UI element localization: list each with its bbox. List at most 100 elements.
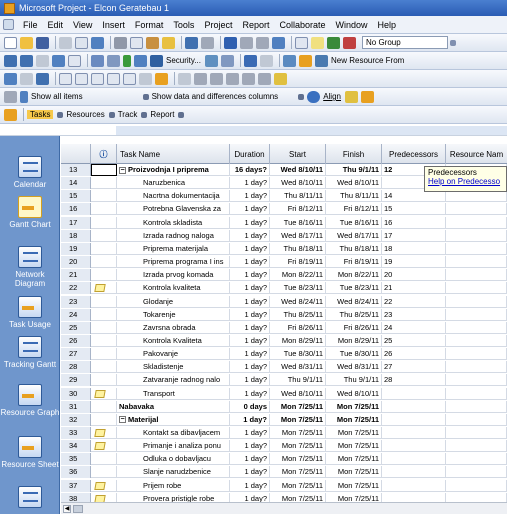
duration-cell[interactable]: 1 day? bbox=[230, 479, 270, 492]
duration-cell[interactable]: 1 day? bbox=[230, 216, 270, 229]
resource-names-header[interactable]: Resource Nam bbox=[446, 144, 507, 164]
chart-icon[interactable] bbox=[282, 54, 296, 67]
menu-view[interactable]: View bbox=[73, 20, 92, 30]
assign-resources-icon[interactable] bbox=[327, 36, 340, 49]
chevron-down-icon[interactable] bbox=[108, 111, 115, 118]
resource-names-cell[interactable] bbox=[446, 334, 507, 347]
indicator-cell[interactable] bbox=[91, 374, 117, 387]
task-name-cell[interactable]: Odluka o dobavljacu bbox=[117, 453, 230, 466]
pred-cell[interactable]: 14 bbox=[382, 190, 446, 203]
finish-cell[interactable]: Fri 8/19/11 bbox=[326, 256, 382, 269]
calendar-icon[interactable] bbox=[68, 54, 81, 67]
row-number[interactable]: 28 bbox=[61, 361, 91, 374]
task-name-cell[interactable]: Kontakt sa dibavljacem bbox=[117, 427, 230, 439]
chevron-down-icon[interactable] bbox=[298, 93, 305, 100]
security-button[interactable]: Security... bbox=[166, 56, 201, 65]
menu-file[interactable]: File bbox=[23, 20, 38, 30]
indicator-cell[interactable] bbox=[91, 466, 117, 479]
table-row[interactable]: 15 Nacrtna dokumentacija 1 day? Thu 8/11/11… bbox=[61, 190, 507, 203]
pred-cell[interactable]: 25 bbox=[382, 334, 446, 347]
duration-cell[interactable]: 1 day? bbox=[230, 203, 270, 216]
indicator-cell[interactable] bbox=[91, 295, 117, 308]
start-cell[interactable]: Tue 8/30/11 bbox=[270, 348, 326, 361]
reports-icon[interactable] bbox=[298, 54, 312, 67]
finish-cell[interactable]: Mon 7/25/11 bbox=[326, 440, 382, 453]
open-icon[interactable] bbox=[20, 36, 33, 49]
row-number[interactable]: 33 bbox=[61, 427, 91, 439]
update-icon[interactable] bbox=[36, 72, 49, 85]
guide-track-button[interactable]: Track bbox=[118, 110, 138, 119]
duration-cell[interactable]: 1 day? bbox=[230, 282, 270, 295]
resource-names-cell[interactable] bbox=[446, 321, 507, 334]
start-cell[interactable]: Thu 8/18/11 bbox=[270, 242, 326, 255]
indicator-cell[interactable] bbox=[91, 479, 117, 492]
redo-icon[interactable] bbox=[201, 36, 214, 49]
finish-cell[interactable]: Mon 7/25/11 bbox=[326, 479, 382, 492]
task-name-cell[interactable]: Priprema programa I ins bbox=[117, 256, 230, 269]
resource-names-cell[interactable] bbox=[446, 374, 507, 387]
compare-dropdown[interactable]: Show data and differences columns bbox=[152, 92, 279, 101]
indicator-cell[interactable] bbox=[91, 308, 117, 321]
table-row[interactable]: 34 Primanje i analiza ponu 1 day? Mon 7/25/… bbox=[61, 440, 507, 453]
hyperlink-icon[interactable] bbox=[224, 36, 237, 49]
task-name-cell[interactable]: Primanje i analiza ponu bbox=[117, 440, 230, 453]
row-number[interactable]: 14 bbox=[61, 177, 91, 190]
start-header[interactable]: Start bbox=[270, 144, 326, 164]
zoom-icon[interactable] bbox=[220, 54, 234, 67]
start-cell[interactable]: Mon 7/25/11 bbox=[270, 413, 326, 426]
duration-header[interactable]: Duration bbox=[230, 144, 270, 164]
finish-cell[interactable]: Tue 8/30/11 bbox=[326, 348, 382, 361]
table-row[interactable]: 22 Kontrola kvaliteta 1 day? Tue 8/23/11 Tue… bbox=[61, 282, 507, 295]
table-row[interactable]: 24 Tokarenje 1 day? Thu 8/25/11 Thu 8/25/11 2… bbox=[61, 308, 507, 321]
finish-cell[interactable]: Mon 7/25/11 bbox=[326, 427, 382, 439]
duration-cell[interactable]: 1 day? bbox=[230, 308, 270, 321]
finish-cell[interactable]: Wed 8/17/11 bbox=[326, 229, 382, 242]
table-icon[interactable] bbox=[36, 54, 49, 67]
finish-cell[interactable]: Mon 7/25/11 bbox=[326, 413, 382, 426]
row-number[interactable]: 29 bbox=[61, 374, 91, 387]
task-name-cell[interactable]: − Proizvodnja I pripremа bbox=[117, 164, 230, 176]
resource-names-cell[interactable] bbox=[446, 387, 507, 400]
start-cell[interactable]: Wed 8/10/11 bbox=[270, 387, 326, 400]
indicator-cell[interactable] bbox=[91, 453, 117, 466]
show-menu-icon[interactable] bbox=[20, 90, 28, 103]
start-cell[interactable]: Mon 7/25/11 bbox=[270, 479, 326, 492]
show-all-items-dropdown[interactable]: Show all items bbox=[31, 92, 83, 101]
row-number[interactable]: 30 bbox=[61, 387, 91, 400]
outdent-icon[interactable] bbox=[20, 54, 33, 67]
start-cell[interactable]: Mon 7/25/11 bbox=[270, 400, 326, 413]
table-row[interactable]: 27 Pakovanje 1 day? Tue 8/30/11 Tue 8/30/11 2… bbox=[61, 348, 507, 361]
cut-icon[interactable] bbox=[114, 36, 127, 49]
table-row[interactable]: 29 Zatvaranje radnog nalo 1 day? Thu 9/1/11… bbox=[61, 374, 507, 387]
resource-names-cell[interactable] bbox=[446, 269, 507, 282]
note-indicator-icon[interactable] bbox=[94, 442, 106, 451]
duration-cell[interactable]: 1 day? bbox=[230, 177, 270, 190]
indicator-cell[interactable] bbox=[91, 216, 117, 229]
leveling-icon[interactable] bbox=[242, 72, 255, 85]
save-icon[interactable] bbox=[36, 36, 49, 49]
task-name-cell[interactable]: Transport bbox=[117, 387, 230, 400]
resource-names-cell[interactable] bbox=[446, 413, 507, 426]
pred-cell[interactable]: 26 bbox=[382, 348, 446, 361]
task-name-cell[interactable]: Kontrola kvaliteta bbox=[117, 282, 230, 295]
group-select[interactable]: No Group bbox=[362, 36, 448, 49]
duration-cell[interactable]: 0 days bbox=[230, 400, 270, 413]
predecessors-header[interactable]: Predecessors bbox=[382, 144, 446, 164]
view-tracking-gantt[interactable]: Tracking Gantt bbox=[0, 336, 60, 369]
view-calendar[interactable]: Calendar bbox=[0, 156, 60, 189]
indicator-cell[interactable] bbox=[91, 440, 117, 453]
resource-icon[interactable] bbox=[226, 72, 239, 85]
task-name-cell[interactable]: Zatvaranje radnog nalo bbox=[117, 374, 230, 387]
indicator-cell[interactable] bbox=[91, 269, 117, 282]
entry-bar[interactable] bbox=[0, 124, 507, 136]
resource-names-cell[interactable] bbox=[446, 427, 507, 439]
table-row[interactable]: 33 Kontakt sa dibavljacem 1 day? Mon 7/25/1… bbox=[61, 427, 507, 439]
duration-cell[interactable]: 1 day? bbox=[230, 361, 270, 374]
indicator-cell[interactable] bbox=[91, 321, 117, 334]
row-number[interactable]: 22 bbox=[61, 282, 91, 295]
pred-cell[interactable]: 17 bbox=[382, 229, 446, 242]
duration-cell[interactable]: 1 day? bbox=[230, 321, 270, 334]
menu-insert[interactable]: Insert bbox=[102, 20, 125, 30]
indicator-cell[interactable] bbox=[91, 348, 117, 361]
next-icon[interactable] bbox=[123, 54, 131, 67]
